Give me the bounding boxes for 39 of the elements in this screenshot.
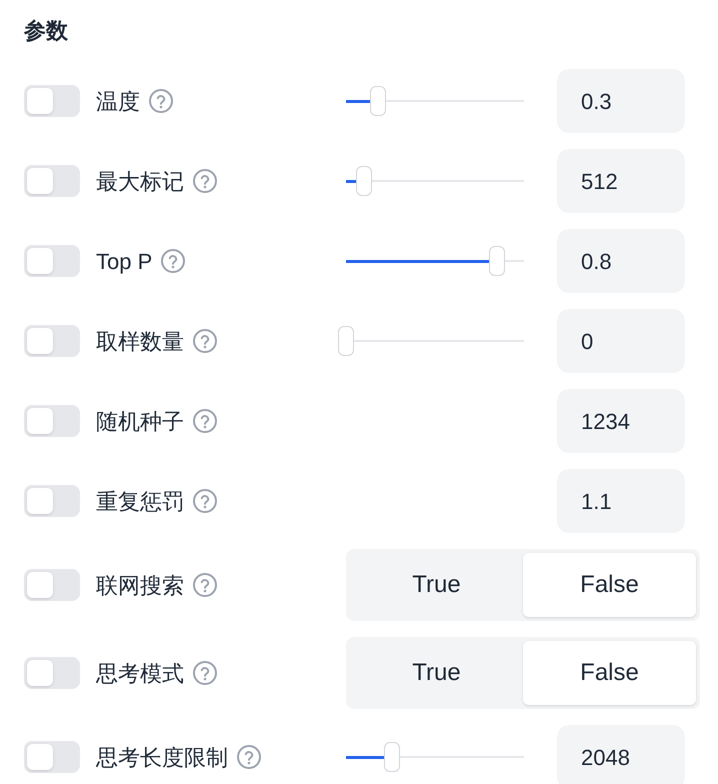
value-field[interactable]: 0.8 [557,229,685,293]
parameter-label: 重复惩罚 [96,488,184,516]
toggle-switch[interactable] [24,485,80,517]
help-icon [192,488,218,514]
help-icon [192,572,218,598]
help-icon [192,328,218,354]
toggle-switch[interactable] [24,245,80,277]
parameter-label: 随机种子 [96,408,184,436]
help-icon [148,88,174,114]
help-icon [192,408,218,434]
segment-option[interactable]: True [350,641,523,705]
help-icon [192,168,218,194]
parameter-label: 联网搜索 [96,572,184,600]
help-icon [160,248,186,274]
value-field[interactable]: 0 [557,309,685,373]
segment-option[interactable]: True [350,553,523,617]
segment-option[interactable]: False [523,641,696,705]
help-icon [236,744,262,770]
help-icon [192,660,218,686]
parameter-label: 取样数量 [96,328,184,356]
toggle-switch[interactable] [24,741,80,773]
value-field[interactable]: 2048 [557,725,685,784]
parameter-label: Top P [96,248,152,276]
toggle-switch[interactable] [24,85,80,117]
value-field[interactable]: 1234 [557,389,685,453]
toggle-switch[interactable] [24,405,80,437]
toggle-switch[interactable] [24,657,80,689]
toggle-switch[interactable] [24,569,80,601]
value-field[interactable]: 1.1 [557,469,685,533]
parameter-label: 最大标记 [96,168,184,196]
parameter-label: 思考模式 [96,660,184,688]
segment-option[interactable]: False [523,553,696,617]
toggle-switch[interactable] [24,325,80,357]
value-field[interactable]: 512 [557,149,685,213]
parameter-label: 思考长度限制 [96,744,228,772]
parameter-label: 温度 [96,88,140,116]
toggle-switch[interactable] [24,165,80,197]
section-title: 参数 [24,17,68,45]
value-field[interactable]: 0.3 [557,69,685,133]
